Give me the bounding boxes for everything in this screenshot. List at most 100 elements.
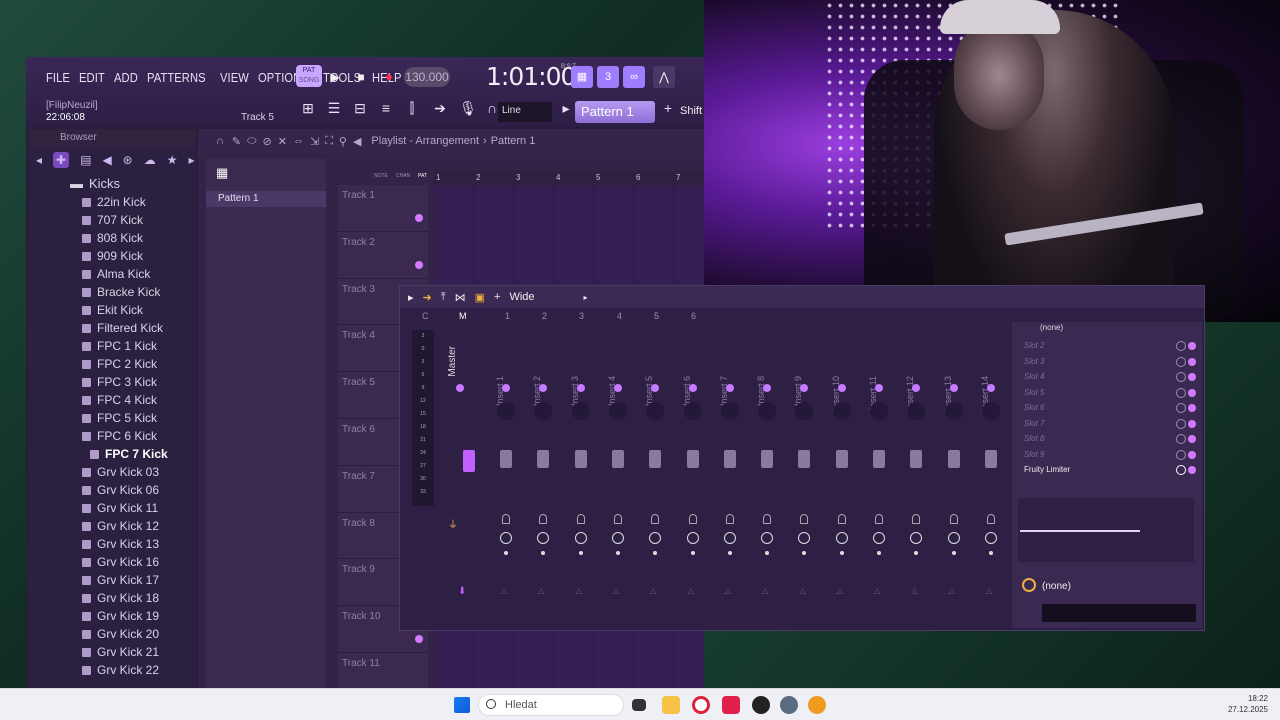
eq-panel[interactable]	[1018, 498, 1194, 562]
insert-enable-dot[interactable]	[763, 384, 772, 392]
send-lock-icon[interactable]	[912, 514, 921, 524]
volume-fader[interactable]	[873, 450, 885, 468]
mixer-link-icon[interactable]: ⋈	[455, 291, 466, 304]
fx-mix-knob[interactable]	[1176, 372, 1186, 382]
route-dot[interactable]	[615, 551, 620, 555]
route-dot[interactable]	[877, 551, 881, 555]
browser-item[interactable]: Grv Kick 16	[28, 553, 196, 571]
stereo-icon[interactable]	[947, 532, 960, 544]
route-dot[interactable]	[690, 551, 695, 555]
pan-knob[interactable]	[683, 402, 702, 420]
browser-item[interactable]: 707 Kick	[28, 211, 196, 229]
fx-mix-knob[interactable]	[1176, 341, 1186, 351]
fx-enable-dot[interactable]	[1188, 435, 1196, 443]
mixer-insert-strip[interactable]: Insert 10 △	[825, 326, 859, 626]
channel-rack-button[interactable]: ☰	[324, 100, 344, 124]
volume-fader[interactable]	[611, 450, 624, 468]
browser-item[interactable]: FPC 5 Kick	[28, 409, 196, 427]
fx-enable-dot[interactable]	[1188, 388, 1196, 397]
stereo-icon[interactable]	[910, 532, 923, 544]
master-fader[interactable]	[463, 450, 475, 472]
browser-item[interactable]: Grv Kick 11	[28, 499, 196, 517]
pan-knob[interactable]	[497, 402, 515, 420]
browser-item[interactable]: Bracke Kick	[28, 283, 196, 301]
insert-enable-dot[interactable]	[949, 384, 958, 392]
volume-fader[interactable]	[686, 450, 699, 468]
browser-prev-icon[interactable]: ◂	[36, 153, 42, 167]
insert-enable-dot[interactable]	[651, 384, 660, 392]
route-dot[interactable]	[727, 551, 732, 555]
route-dot[interactable]	[541, 551, 546, 555]
fx-slot[interactable]: Slot 3	[1012, 354, 1202, 370]
browser-audio-icon[interactable]: ✚	[53, 152, 70, 168]
stereo-icon[interactable]	[686, 532, 699, 544]
mixer-insert-strip[interactable]: Insert 9 △	[787, 326, 821, 626]
mixer-insert-strip[interactable]: Insert 7 △	[713, 326, 747, 626]
master-route-icon[interactable]: ⬇	[458, 586, 466, 597]
fx-slot[interactable]: Slot 8	[1012, 431, 1202, 447]
insert-enable-dot[interactable]	[539, 384, 548, 392]
insert-enable-dot[interactable]	[576, 384, 585, 392]
mixer-insert-strip[interactable]: Insert 2 △	[526, 326, 560, 626]
menu-patterns[interactable]: PATTERNS	[147, 70, 206, 85]
mixer-add-icon[interactable]: +	[494, 291, 500, 303]
pan-knob[interactable]	[646, 402, 665, 420]
insert-enable-dot[interactable]	[725, 384, 734, 392]
browser-speaker-icon[interactable]: ◀	[102, 153, 111, 167]
route-dot[interactable]	[839, 551, 844, 555]
pattern-add-button[interactable]: +	[658, 100, 678, 124]
timeline-ruler[interactable]: NOTE CHAN PAT 1 2 3 4 5 6 7	[374, 171, 704, 185]
browser-item[interactable]: FPC 3 Kick	[28, 373, 196, 391]
fx-enable-dot[interactable]	[1188, 373, 1196, 381]
track-dot[interactable]	[415, 260, 423, 269]
insert-enable-dot[interactable]	[688, 384, 697, 392]
insert-enable-dot[interactable]	[502, 384, 510, 392]
browser-item[interactable]: Grv Kick 12	[28, 517, 196, 535]
track-header[interactable]: Track 2	[338, 231, 428, 279]
route-dot[interactable]	[578, 551, 583, 555]
send-lock-icon[interactable]	[688, 514, 697, 524]
pan-knob[interactable]	[758, 402, 777, 420]
browser-item[interactable]: FPC 7 Kick	[28, 445, 196, 463]
slip-icon[interactable]: ⇔	[293, 135, 304, 147]
stereo-icon[interactable]	[984, 532, 997, 544]
send-lock-icon[interactable]	[800, 514, 809, 524]
browser-item[interactable]: Grv Kick 17	[28, 571, 196, 589]
fx-output-field[interactable]	[1042, 604, 1196, 622]
volume-fader[interactable]	[537, 450, 550, 468]
send-lock-icon[interactable]	[502, 514, 510, 524]
insert-enable-dot[interactable]	[837, 384, 846, 392]
browser-item[interactable]: FPC 2 Kick	[28, 355, 196, 373]
route-dot[interactable]	[914, 551, 919, 555]
stereo-icon[interactable]	[649, 532, 662, 544]
browser-file-icon[interactable]: ▤	[80, 153, 91, 167]
stereo-icon[interactable]	[835, 532, 848, 544]
stereo-icon[interactable]	[611, 532, 624, 544]
fx-slot[interactable]: Slot 5	[1012, 385, 1202, 401]
mixer-preset-arrow-icon[interactable]: ▸	[584, 293, 588, 302]
paint-icon[interactable]: ⬭	[247, 135, 256, 148]
browser-item[interactable]: Grv Kick 06	[28, 481, 196, 499]
pan-knob[interactable]	[944, 402, 963, 420]
route-dot[interactable]	[765, 551, 770, 555]
playlist-tool-button[interactable]: ⊞	[298, 100, 318, 124]
browser-next-icon[interactable]: ▸	[189, 153, 195, 167]
browser-item[interactable]: Grv Kick 03	[28, 463, 196, 481]
browser-item[interactable]: 808 Kick	[28, 229, 196, 247]
fx-slot[interactable]: Slot 7	[1012, 416, 1202, 432]
browser-item[interactable]: FPC 6 Kick	[28, 427, 196, 445]
fx-enable-dot[interactable]	[1188, 404, 1196, 412]
pan-knob[interactable]	[720, 402, 739, 420]
send-lock-icon[interactable]	[539, 514, 548, 524]
fx-out-icon[interactable]	[1022, 578, 1036, 592]
route-dot[interactable]	[802, 551, 807, 555]
tiktok-icon[interactable]	[722, 696, 740, 714]
file-explorer-icon[interactable]	[662, 696, 680, 714]
volume-fader[interactable]	[835, 450, 848, 468]
menu-edit[interactable]: EDIT	[79, 70, 105, 85]
volume-fader[interactable]	[500, 450, 512, 468]
send-lock-icon[interactable]	[875, 514, 883, 524]
browser-toggle-button[interactable]: ⫿	[402, 100, 422, 124]
track-dot[interactable]	[415, 214, 423, 222]
browser-item[interactable]: Alma Kick	[28, 265, 196, 283]
